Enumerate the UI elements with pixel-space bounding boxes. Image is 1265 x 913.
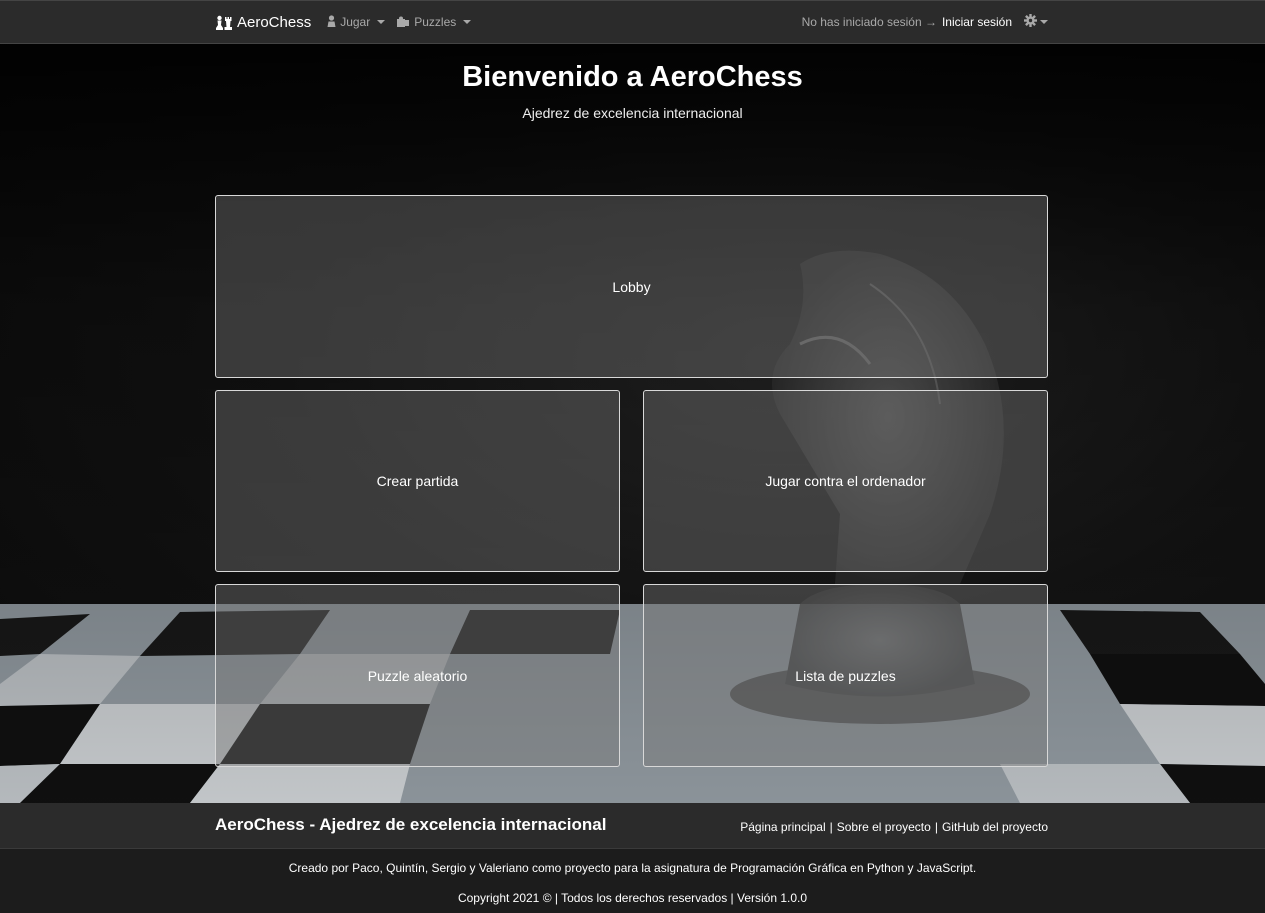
footer-link-separator: | — [934, 820, 938, 834]
puzzles-dropdown[interactable]: Puzzles — [397, 15, 472, 30]
create-game-card[interactable]: Crear partida — [215, 390, 620, 572]
lobby-card-label: Lobby — [612, 278, 651, 295]
random-puzzle-card-label: Puzzle aleatorio — [367, 667, 468, 684]
gear-icon — [1024, 14, 1037, 30]
play-computer-card[interactable]: Jugar contra el ordenador — [643, 390, 1048, 572]
settings-dropdown[interactable] — [1024, 14, 1048, 30]
footer-link-home[interactable]: Página principal — [740, 820, 825, 834]
chevron-down-icon — [1040, 20, 1048, 24]
navbar-container: AeroChess Jugar Puzzles No has iniciado … — [215, 1, 1048, 43]
page-title: Bienvenido a AeroChess — [462, 61, 803, 93]
chevron-down-icon — [377, 20, 386, 24]
create-game-card-label: Crear partida — [376, 473, 459, 489]
footer-top: AeroChess - Ajedrez de excelencia intern… — [0, 803, 1265, 849]
footer-credits: Creado por Paco, Quintín, Sergio y Valer… — [288, 861, 977, 875]
lobby-card[interactable]: Lobby — [215, 195, 1048, 378]
play-computer-card-label: Jugar contra el ordenador — [765, 473, 926, 489]
random-puzzle-card[interactable]: Puzzle aleatorio — [215, 584, 620, 767]
login-link[interactable]: Iniciar sesión — [942, 15, 1012, 29]
navbar-right: No has iniciado sesión → Iniciar sesión — [802, 14, 1048, 30]
brand-name: AeroChess — [237, 13, 312, 31]
footer-link-separator: | — [829, 820, 833, 834]
puzzle-icon — [397, 15, 410, 30]
hero-section: Bienvenido a AeroChess Ajedrez de excele… — [0, 44, 1265, 803]
puzzles-label: Puzzles — [414, 15, 457, 29]
person-icon — [327, 14, 336, 30]
top-navbar: AeroChess Jugar Puzzles No has iniciado … — [0, 0, 1265, 44]
puzzle-list-card-label: Lista de puzzles — [795, 667, 896, 684]
jugar-label: Jugar — [340, 15, 371, 29]
footer-links: Página principal | Sobre el proyecto | G… — [740, 820, 1048, 834]
chevron-down-icon — [463, 20, 472, 24]
login-status-text: No has iniciado sesión → — [801, 15, 937, 29]
footer-link-github[interactable]: GitHub del proyecto — [942, 820, 1048, 834]
footer-link-about[interactable]: Sobre el proyecto — [837, 820, 931, 834]
footer-bottom: Creado por Paco, Quintín, Sergio y Valer… — [0, 849, 1265, 913]
jugar-dropdown[interactable]: Jugar — [327, 14, 386, 30]
puzzle-list-card[interactable]: Lista de puzzles — [643, 584, 1048, 767]
footer-copyright: Copyright 2021 © | Todos los derechos re… — [457, 891, 808, 905]
brand-link[interactable]: AeroChess — [215, 14, 311, 31]
page-subtitle: Ajedrez de excelencia internacional — [522, 105, 743, 121]
chess-board-background — [0, 44, 1265, 803]
chess-pieces-icon — [215, 15, 232, 30]
footer-title: AeroChess - Ajedrez de excelencia intern… — [215, 815, 607, 834]
